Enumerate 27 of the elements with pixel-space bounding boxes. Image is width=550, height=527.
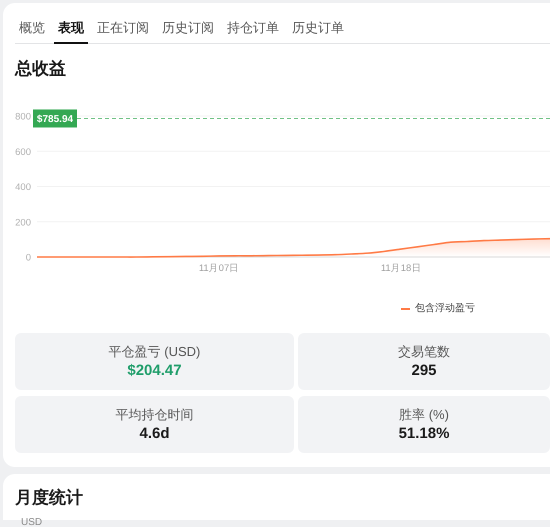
axis-tick-label: 200 (15, 217, 31, 228)
stat-value: 4.6d (139, 424, 170, 444)
tab[interactable]: 持仓订单 (223, 13, 283, 44)
axis-tick-label: 0 (26, 252, 31, 264)
tab[interactable]: 历史订单 (288, 13, 348, 44)
stat-label: 胜率 (%) (399, 406, 449, 424)
tab[interactable]: 表现 (54, 13, 88, 44)
axis-tick-label: 11月07日 (198, 263, 240, 274)
axis-tick-label: 11月18日 (380, 263, 422, 274)
tab[interactable]: 概览 (15, 13, 49, 44)
stat-value: $204.47 (127, 360, 182, 380)
stat-label: 平仓盈亏 (USD) (108, 342, 200, 360)
stat-value: 51.18% (398, 424, 450, 444)
section-title: 总收益 (15, 58, 67, 80)
stat-label: 平均持仓时间 (116, 406, 194, 424)
axis-tick-label: 800 (15, 112, 31, 122)
unit-label: USD (21, 517, 42, 527)
axis-tick-label: 600 (15, 146, 31, 158)
axis-tick-label: 400 (15, 182, 31, 193)
tab[interactable]: 正在订阅 (93, 13, 153, 44)
legend-item: 包含浮动盈亏 (401, 302, 475, 316)
annotation: $785.94 (36, 114, 74, 125)
stat-value: 295 (411, 360, 437, 380)
value-label: $785.94 (33, 109, 77, 128)
section-title: 月度统计 (15, 487, 84, 509)
tab[interactable]: 历史订阅 (158, 13, 218, 44)
stat-label: 交易笔数 (398, 342, 450, 360)
